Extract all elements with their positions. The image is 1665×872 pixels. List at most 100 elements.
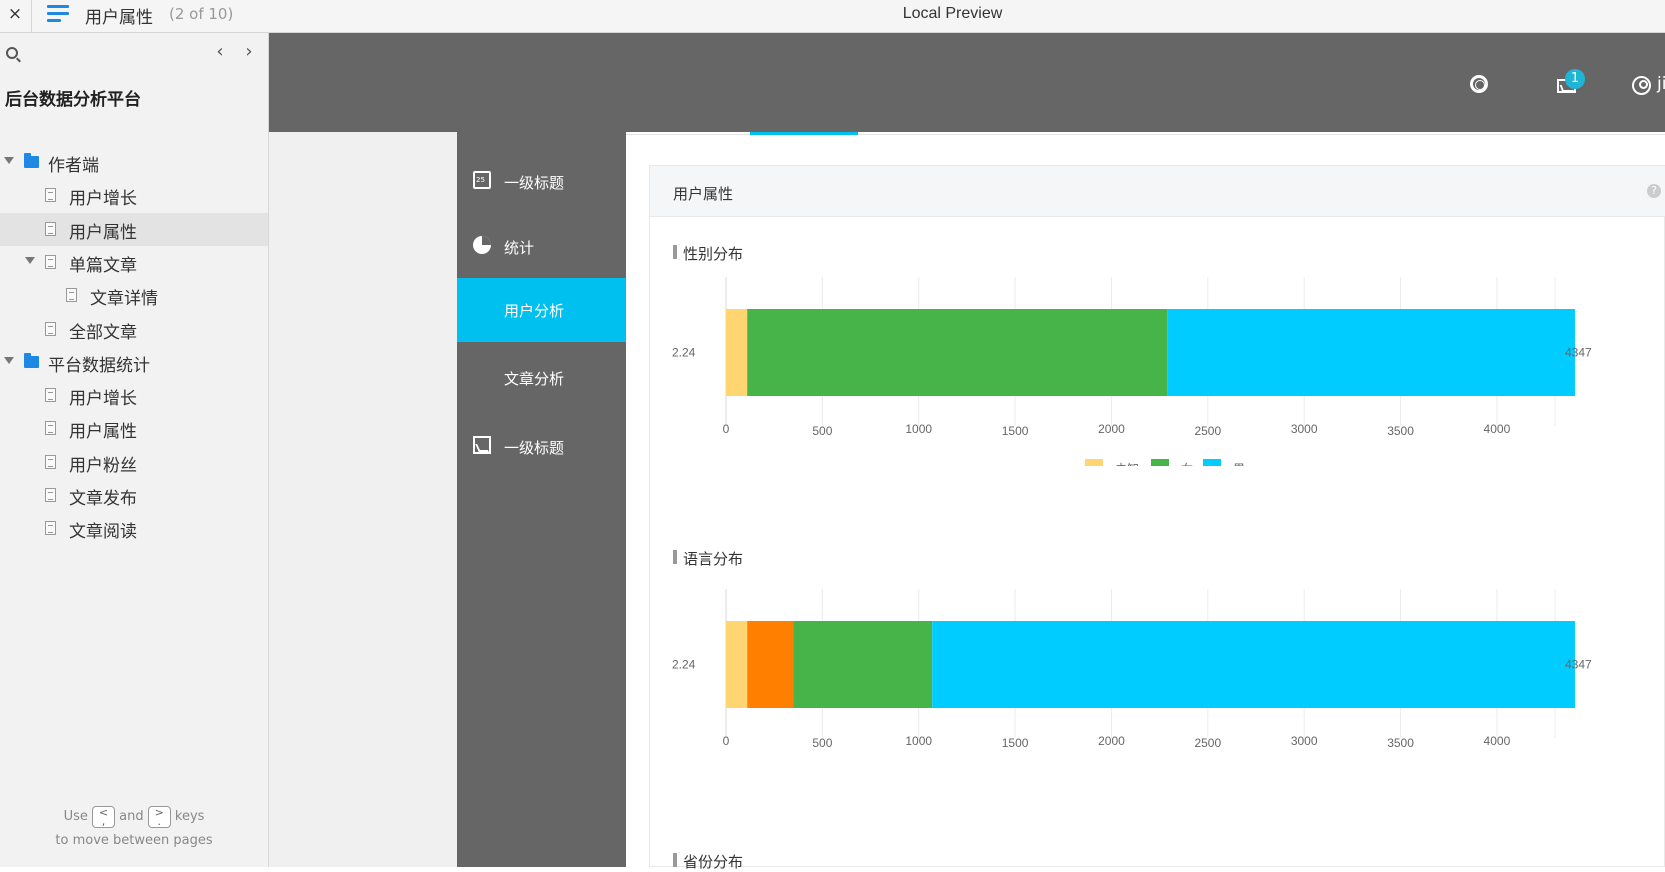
image-icon xyxy=(473,436,491,454)
bar-segment xyxy=(726,621,748,708)
x-tick-label: 500 xyxy=(812,736,832,750)
x-tick-label: 0 xyxy=(723,422,730,436)
menu-item-user-analysis[interactable]: 用户分析 xyxy=(457,278,626,342)
sidebar-item-label: 平台数据统计 xyxy=(48,355,150,376)
sidebar-item[interactable]: 文章详情 xyxy=(0,279,268,312)
sidebar-item-label: 单篇文章 xyxy=(69,255,137,276)
sidebar-item-label: 用户粉丝 xyxy=(69,455,137,476)
next-page-button[interactable]: › xyxy=(240,42,258,62)
page-icon xyxy=(45,254,56,269)
legend-label: 男 xyxy=(1233,462,1245,466)
menu-item-article-analysis[interactable]: 文章分析 xyxy=(457,344,626,411)
panel-title: 用户属性 xyxy=(673,185,734,203)
search-icon[interactable] xyxy=(6,47,18,59)
page-icon xyxy=(66,288,77,303)
sidebar-item[interactable]: 用户属性 xyxy=(0,212,268,246)
x-tick-label: 2500 xyxy=(1194,736,1221,750)
sidebar-item[interactable]: 用户属性 xyxy=(0,412,268,445)
hint-use: Use xyxy=(63,809,88,824)
sidebar-item[interactable]: 单篇文章 xyxy=(0,246,268,279)
x-tick-label: 3500 xyxy=(1387,424,1414,438)
total-label: 4347 xyxy=(1565,346,1592,360)
calendar-icon xyxy=(473,171,491,189)
project-title: 后台数据分析平台 xyxy=(5,90,141,110)
chevron-down-icon[interactable] xyxy=(4,356,14,364)
legend-label: 未知 xyxy=(1115,462,1139,466)
page-icon xyxy=(45,421,56,436)
hint-and: and xyxy=(119,809,144,824)
x-tick-label: 4000 xyxy=(1484,734,1511,748)
x-tick-label: 2500 xyxy=(1194,424,1221,438)
sidebar-item[interactable]: 用户增长 xyxy=(0,379,268,412)
sidebar-item[interactable]: 用户增长 xyxy=(0,179,268,212)
total-label: 4347 xyxy=(1565,658,1592,672)
chevron-down-icon[interactable] xyxy=(4,157,14,164)
bar-segment xyxy=(726,309,748,396)
user-icon[interactable] xyxy=(1632,76,1651,95)
next-key-icon: >. xyxy=(147,805,171,828)
x-tick-label: 3500 xyxy=(1387,736,1414,750)
legend-swatch xyxy=(1151,459,1169,466)
window-title-bar: × 用户属性 (2 of 10) Local Preview xyxy=(0,0,1665,33)
user-attributes-panel: 用户属性 ? 性别分布 2.24 4347 0 500 1000 1500 2000 2500… xyxy=(649,165,1665,871)
bar-segment xyxy=(747,309,1168,396)
folder-icon xyxy=(24,352,39,368)
province-section-title: 省份分布 xyxy=(673,851,743,872)
page-icon xyxy=(45,488,56,502)
x-tick-label: 2000 xyxy=(1098,422,1125,436)
x-tick-label: 1500 xyxy=(1002,736,1029,750)
bar-segment xyxy=(1167,309,1575,396)
window-title: Local Preview xyxy=(902,5,1003,22)
sidebar-item[interactable]: 作者端 xyxy=(0,146,268,179)
bar-segment xyxy=(932,621,1575,708)
x-tick-label: 1500 xyxy=(1002,424,1029,438)
sidebar-item[interactable]: 文章发布 xyxy=(0,479,268,512)
nav-menu: 一级标题 统计 用户分析 文章分析 一级标题 xyxy=(457,132,626,867)
legend-swatch xyxy=(1085,459,1103,466)
page-icon xyxy=(45,321,56,336)
sidebar-item-label: 文章详情 xyxy=(90,289,158,310)
sidebar-item-label: 用户属性 xyxy=(69,422,137,443)
sidebar-item-label: 文章阅读 xyxy=(69,522,137,543)
bar-segment xyxy=(747,621,794,708)
menu-item-label: 统计 xyxy=(504,239,535,257)
panel-header: 用户属性 ? xyxy=(650,166,1665,217)
x-tick-label: 2000 xyxy=(1098,734,1125,748)
sidebar-item[interactable]: 文章阅读 xyxy=(0,512,268,545)
menu-item-label: 一级标题 xyxy=(504,174,565,192)
menu-item-label: 用户分析 xyxy=(504,302,565,320)
prev-key-icon: <, xyxy=(92,805,115,828)
menu-item-level1-b[interactable]: 一级标题 xyxy=(457,413,626,480)
language-section-title: 语言分布 xyxy=(673,548,743,569)
sidebar-item[interactable]: 用户粉丝 xyxy=(0,446,268,479)
gear-icon[interactable] xyxy=(1470,75,1488,93)
sidebar-item-label: 文章发布 xyxy=(69,489,137,509)
help-icon[interactable]: ? xyxy=(1647,184,1661,198)
page-tree-sidebar: ‹ › 后台数据分析平台 作者端 用户增长 用户属性 单篇文章 文章详情 全部文章 平台数据… xyxy=(0,33,269,867)
app-header: 1 ji xyxy=(269,33,1665,132)
chevron-down-icon[interactable] xyxy=(25,256,35,264)
legend-swatch xyxy=(1203,459,1221,466)
menu-item-label: 文章分析 xyxy=(504,370,565,388)
hint-keys: keys xyxy=(174,809,205,824)
x-tick-label: 0 xyxy=(723,734,730,748)
bar-segment xyxy=(793,621,933,708)
page-icon xyxy=(45,454,56,469)
menu-item-level1-a[interactable]: 一级标题 xyxy=(457,148,626,215)
previous-page-button[interactable]: ‹ xyxy=(211,42,229,62)
category-label: 2.24 xyxy=(672,346,696,360)
sidebar-item[interactable]: 平台数据统计 xyxy=(0,346,268,379)
tab-strip xyxy=(626,132,1665,135)
category-label: 2.24 xyxy=(672,658,696,672)
page-icon xyxy=(45,388,56,403)
hint-line2: to move between pages xyxy=(55,833,213,848)
x-tick-label: 1000 xyxy=(905,422,932,436)
sidebar-item-label: 用户增长 xyxy=(69,389,137,410)
sidebar-item[interactable]: 全部文章 xyxy=(0,313,268,346)
menu-item-stats[interactable]: 统计 xyxy=(457,213,626,280)
x-tick-label: 4000 xyxy=(1484,422,1511,436)
language-chart: 2.24 4347 0 500 1000 1500 2000 2500 3000 3500 4000… xyxy=(672,589,1592,750)
sidebar-item-label: 全部文章 xyxy=(69,322,137,343)
user-name[interactable]: ji xyxy=(1657,74,1665,94)
pie-chart-icon xyxy=(473,236,491,254)
